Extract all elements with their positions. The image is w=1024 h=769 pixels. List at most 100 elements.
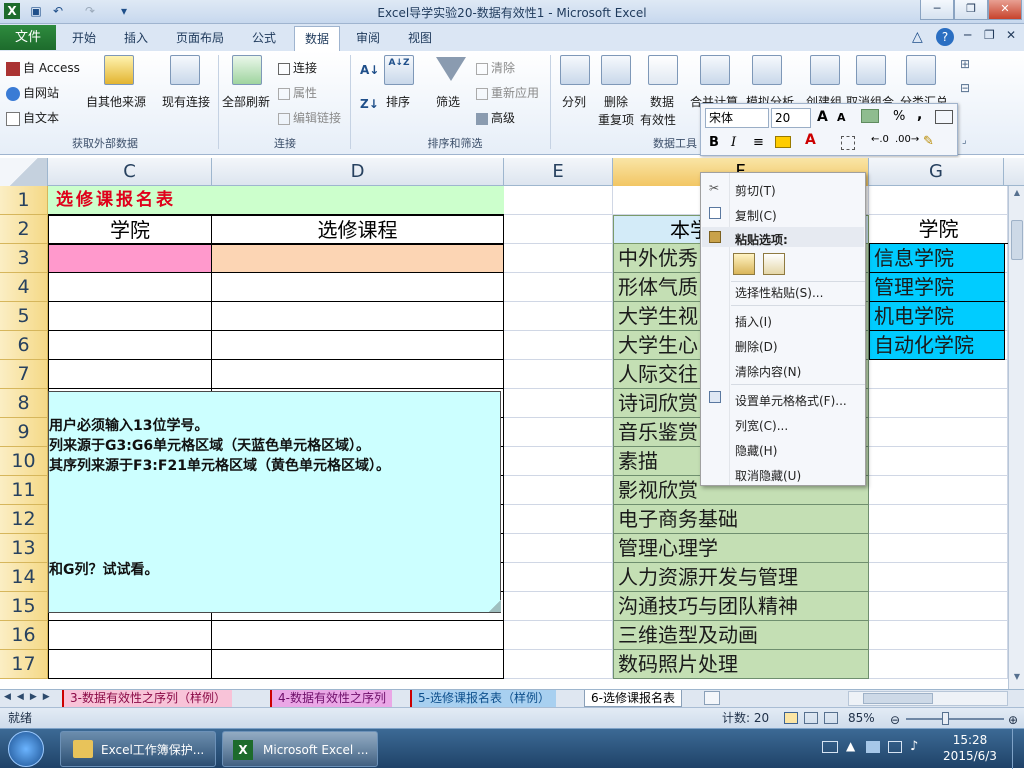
- comma-button[interactable]: ,: [917, 107, 922, 123]
- column-header-c[interactable]: C: [48, 158, 212, 186]
- bordered-cell[interactable]: [211, 360, 504, 389]
- course-list-cell[interactable]: 三维造型及动画: [613, 621, 869, 650]
- tab-review[interactable]: 审阅: [346, 26, 390, 50]
- show-desktop-button[interactable]: [1012, 729, 1024, 769]
- college-list-cell[interactable]: 管理学院: [869, 273, 1005, 302]
- course-list-cell[interactable]: 管理心理学: [613, 534, 869, 563]
- tab-formulas[interactable]: 公式: [242, 26, 286, 50]
- zoom-slider[interactable]: [906, 718, 1004, 720]
- sheet-tab-5[interactable]: 5-选修课报名表（样例）: [410, 690, 556, 707]
- taskbar-item-excel[interactable]: X Microsoft Excel ...: [222, 731, 378, 767]
- grid-cell[interactable]: [869, 650, 1008, 679]
- vertical-scrollbar[interactable]: ▲ ▼: [1008, 186, 1024, 689]
- g-header-cell[interactable]: 学院: [869, 215, 1008, 244]
- zoom-level[interactable]: 85%: [848, 708, 875, 728]
- grid-cell[interactable]: [504, 389, 613, 418]
- horizontal-scroll-thumb[interactable]: [863, 693, 933, 704]
- tab-home[interactable]: 开始: [62, 26, 106, 50]
- filter-button[interactable]: 筛选: [432, 55, 472, 125]
- grid-cell[interactable]: [504, 534, 613, 563]
- paint-brush-icon[interactable]: ✎: [923, 134, 934, 149]
- row-header[interactable]: 15: [0, 592, 48, 621]
- restore-button[interactable]: ❐: [954, 0, 988, 20]
- row-header[interactable]: 14: [0, 563, 48, 592]
- sheet-tab-6-active[interactable]: 6-选修课报名表: [584, 690, 682, 707]
- center-align-button[interactable]: ≡: [753, 135, 764, 150]
- bordered-cell[interactable]: [211, 331, 504, 360]
- horizontal-scrollbar[interactable]: [848, 691, 1008, 706]
- workbook-minimize-icon[interactable]: ─: [964, 28, 971, 42]
- menu-item-clear-contents[interactable]: 清除内容(N): [735, 363, 801, 380]
- row-header[interactable]: 4: [0, 273, 48, 302]
- row-header[interactable]: 16: [0, 621, 48, 650]
- zoom-out-icon[interactable]: ⊖: [890, 710, 900, 730]
- tab-view[interactable]: 视图: [398, 26, 442, 50]
- grid-cell[interactable]: [869, 447, 1008, 476]
- college-list-cell[interactable]: 机电学院: [869, 302, 1005, 331]
- paste-icon[interactable]: [733, 253, 755, 275]
- network-icon[interactable]: [888, 741, 902, 753]
- shrink-font-button[interactable]: A: [837, 111, 846, 124]
- bordered-cell[interactable]: [48, 331, 212, 360]
- bordered-cell[interactable]: [48, 650, 212, 679]
- grid-cell[interactable]: [869, 592, 1008, 621]
- header-college-cell[interactable]: 学院: [48, 215, 212, 244]
- normal-view-icon[interactable]: [784, 712, 798, 724]
- college-input-cell[interactable]: [48, 244, 212, 273]
- paste-values-icon[interactable]: [763, 253, 785, 275]
- bordered-cell[interactable]: [48, 302, 212, 331]
- sheet-tab-4[interactable]: 4-数据有效性之序列: [270, 690, 392, 707]
- grid-cell[interactable]: [869, 476, 1008, 505]
- insert-sheet-icon[interactable]: [704, 691, 720, 705]
- action-center-icon[interactable]: [866, 741, 880, 753]
- font-color-icon[interactable]: A: [805, 132, 816, 148]
- from-web-button[interactable]: 自网站: [6, 84, 59, 101]
- font-name-box[interactable]: 宋体: [705, 108, 769, 128]
- grid-cell[interactable]: [504, 331, 613, 360]
- increase-decimal-icon[interactable]: ←.0: [871, 134, 889, 145]
- format-painter-icon[interactable]: [935, 110, 953, 124]
- italic-button[interactable]: I: [731, 135, 736, 150]
- grid-cell[interactable]: [869, 186, 1008, 215]
- fill-color-icon[interactable]: [775, 136, 791, 148]
- refresh-all-button[interactable]: 全部刷新: [222, 55, 274, 125]
- advanced-filter-button[interactable]: 高级: [476, 109, 515, 126]
- grid-cell[interactable]: [504, 621, 613, 650]
- cell-comment-box[interactable]: 用户必须输入13位学号。 列来源于G3:G6单元格区域（天蓝色单元格区域）。 其…: [48, 391, 501, 613]
- college-list-cell[interactable]: 自动化学院: [869, 331, 1005, 360]
- sheet-tab-3[interactable]: 3-数据有效性之序列（样例）: [62, 690, 232, 707]
- menu-item-paste-special[interactable]: 选择性粘贴(S)...: [735, 284, 823, 301]
- row-header[interactable]: 7: [0, 360, 48, 389]
- sort-ascending-button[interactable]: A↓: [360, 63, 379, 77]
- header-course-cell[interactable]: 选修课程: [211, 215, 504, 244]
- existing-connections-button[interactable]: 现有连接: [162, 55, 216, 125]
- properties-button[interactable]: 属性: [278, 84, 317, 101]
- from-access-button[interactable]: 自 Access: [6, 59, 80, 76]
- data-validation-button[interactable]: 数据 有效性: [640, 55, 690, 127]
- grid-cell[interactable]: [869, 563, 1008, 592]
- file-tab[interactable]: 文件: [0, 25, 56, 50]
- row-header[interactable]: 6: [0, 331, 48, 360]
- grid-cell[interactable]: [869, 534, 1008, 563]
- bordered-cell[interactable]: [211, 621, 504, 650]
- row-header[interactable]: 3: [0, 244, 48, 273]
- column-header-g[interactable]: G: [869, 158, 1004, 186]
- grid-cell[interactable]: [504, 476, 613, 505]
- clock-time[interactable]: 15:28: [932, 733, 1008, 747]
- tab-page-layout[interactable]: 页面布局: [166, 26, 234, 50]
- remove-duplicates-button[interactable]: 删除 重复项: [596, 55, 636, 127]
- grid-cell[interactable]: [869, 389, 1008, 418]
- workbook-restore-icon[interactable]: ❐: [984, 28, 995, 42]
- edit-links-button[interactable]: 编辑链接: [278, 109, 341, 126]
- bordered-cell[interactable]: [211, 302, 504, 331]
- grid-cell[interactable]: [504, 273, 613, 302]
- show-detail-icon[interactable]: ⊞: [960, 57, 970, 71]
- column-header-e[interactable]: E: [504, 158, 613, 186]
- bordered-cell[interactable]: [48, 621, 212, 650]
- help-icon[interactable]: ?: [936, 28, 954, 46]
- row-header[interactable]: 5: [0, 302, 48, 331]
- grid-cell[interactable]: [869, 418, 1008, 447]
- column-header-d[interactable]: D: [212, 158, 504, 186]
- sort-descending-button[interactable]: Z↓: [360, 97, 379, 111]
- menu-item-insert[interactable]: 插入(I): [735, 313, 772, 330]
